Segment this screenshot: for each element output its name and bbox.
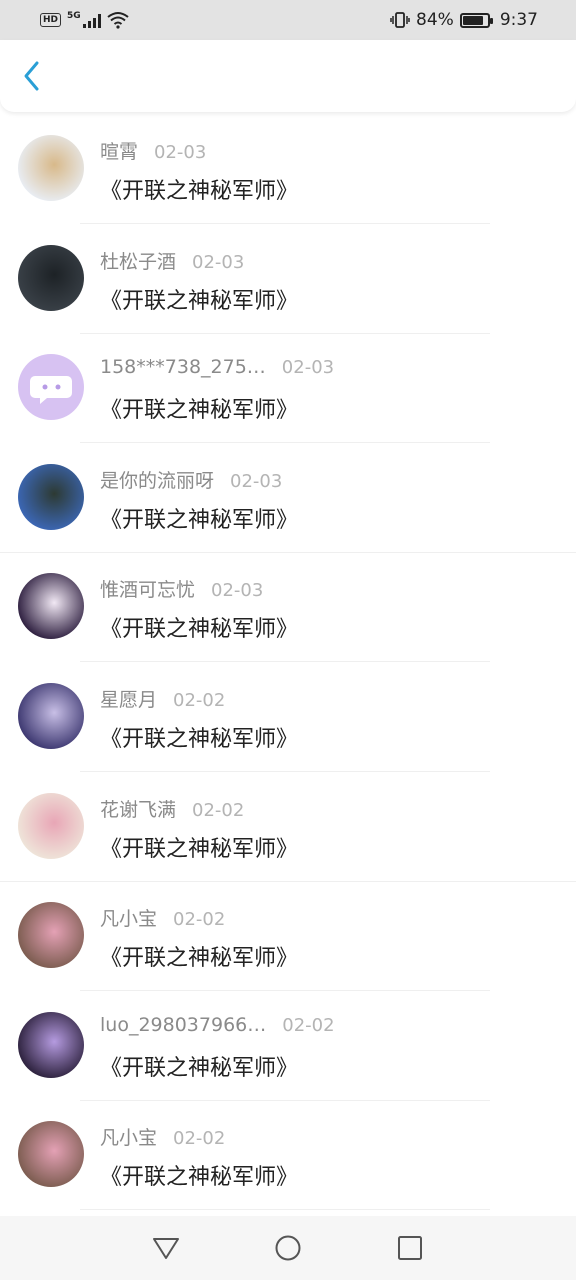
chevron-left-icon	[24, 61, 39, 91]
name-line: 惟酒可忘忧 02-03	[100, 575, 263, 602]
date: 02-03	[211, 580, 264, 602]
date: 02-02	[192, 799, 245, 821]
avatar[interactable]	[18, 1011, 84, 1078]
user-name[interactable]: 凡小宝	[100, 1123, 157, 1150]
user-name[interactable]: 杜松子酒	[100, 247, 176, 274]
vibrate-icon	[390, 12, 410, 28]
wifi-icon	[107, 12, 129, 29]
user-name[interactable]: 凡小宝	[100, 904, 157, 931]
battery-percent: 84%	[416, 10, 454, 30]
message-text: 《开联之神秘军师》	[100, 398, 299, 424]
avatar[interactable]	[18, 682, 84, 749]
avatar[interactable]	[18, 135, 84, 201]
chat-bubble-icon	[30, 376, 72, 405]
date: 02-03	[192, 251, 245, 273]
network-type: 5G	[67, 11, 81, 21]
user-name[interactable]: 158***738_275…	[100, 356, 266, 378]
avatar[interactable]	[18, 573, 84, 640]
name-line: 星愿月 02-02	[100, 685, 225, 712]
list-item[interactable]: 星愿月 02-02 《开联之神秘军师》	[0, 663, 576, 773]
nav-home-button[interactable]	[273, 1233, 303, 1263]
avatar[interactable]	[18, 902, 84, 969]
name-line: 杜松子酒 02-03	[100, 247, 244, 274]
name-line: 是你的流丽呀 02-03	[100, 466, 282, 493]
list-item[interactable]: 158***738_275… 02-03 《开联之神秘军师》	[0, 334, 576, 444]
list-item[interactable]: 是你的流丽呀 02-03 《开联之神秘军师》	[0, 444, 576, 554]
nav-back-button[interactable]	[151, 1233, 181, 1263]
header	[0, 40, 576, 112]
list-item[interactable]: luo_298037966… 02-02 《开联之神秘军师》	[0, 992, 576, 1102]
name-line: 凡小宝 02-02	[100, 904, 225, 931]
avatar[interactable]	[18, 244, 84, 311]
back-button[interactable]	[16, 60, 48, 92]
divider	[80, 1209, 490, 1211]
date: 02-03	[230, 470, 283, 492]
name-line: 花谢飞满 02-02	[100, 795, 244, 822]
user-name[interactable]: 星愿月	[100, 685, 157, 712]
battery-icon	[459, 12, 493, 28]
user-name[interactable]: 是你的流丽呀	[100, 466, 214, 493]
message-text: 《开联之神秘军师》	[100, 288, 299, 314]
battery-fill	[462, 15, 483, 25]
date: 02-02	[173, 1128, 226, 1150]
date: 02-02	[173, 689, 226, 711]
list-item[interactable]: 暄霄 02-03 《开联之神秘军师》	[0, 115, 576, 225]
list-item[interactable]: 凡小宝 02-02 《开联之神秘军师》	[0, 1101, 576, 1211]
message-text: 《开联之神秘军师》	[100, 726, 299, 752]
hd-badge: HD	[40, 13, 62, 27]
list-item[interactable]: 杜松子酒 02-03 《开联之神秘军师》	[0, 225, 576, 335]
name-line: 158***738_275… 02-03	[100, 356, 334, 378]
date: 02-03	[154, 142, 207, 163]
message-text: 《开联之神秘军师》	[100, 617, 299, 643]
list-item[interactable]: 花谢飞满 02-02 《开联之神秘军师》	[0, 773, 576, 883]
status-bar: HD 5G 84% 9:37	[0, 0, 576, 40]
avatar[interactable]	[18, 1121, 84, 1188]
status-right: 84% 9:37	[390, 10, 538, 30]
message-text: 《开联之神秘军师》	[100, 507, 299, 533]
name-line: 暄霄 02-03	[100, 137, 206, 164]
square-recents-icon	[398, 1236, 422, 1260]
list-item[interactable]: 惟酒可忘忧 02-03 《开联之神秘军师》	[0, 553, 576, 663]
status-left: HD 5G	[40, 11, 129, 29]
user-name[interactable]: luo_298037966…	[100, 1014, 266, 1036]
system-nav-bar	[0, 1216, 576, 1280]
avatar[interactable]	[18, 354, 84, 421]
message-text: 《开联之神秘军师》	[100, 1165, 299, 1191]
user-name[interactable]: 花谢飞满	[100, 795, 176, 822]
date: 02-02	[173, 909, 226, 931]
clock: 9:37	[499, 10, 538, 30]
triangle-back-icon	[153, 1238, 179, 1259]
user-name[interactable]: 暄霄	[100, 137, 138, 164]
date: 02-02	[282, 1014, 335, 1036]
message-text: 《开联之神秘军师》	[100, 836, 299, 862]
list-item[interactable]: 凡小宝 02-02 《开联之神秘军师》	[0, 882, 576, 992]
name-line: 凡小宝 02-02	[100, 1123, 225, 1150]
user-name[interactable]: 惟酒可忘忧	[100, 575, 195, 602]
avatar[interactable]	[18, 792, 84, 859]
avatar[interactable]	[18, 463, 84, 530]
nav-recents-button[interactable]	[395, 1233, 425, 1263]
date: 02-03	[281, 357, 335, 379]
message-text: 《开联之神秘军师》	[100, 1055, 299, 1081]
message-text: 《开联之神秘军师》	[100, 946, 299, 972]
name-line: luo_298037966… 02-02	[100, 1014, 335, 1036]
circle-home-icon	[275, 1235, 301, 1261]
signal-icon	[82, 12, 101, 28]
message-list: 暄霄 02-03 《开联之神秘军师》 杜松子酒 02-03 《开联之神秘军师》 158***…	[0, 115, 576, 1211]
message-text: 《开联之神秘军师》	[100, 179, 299, 204]
